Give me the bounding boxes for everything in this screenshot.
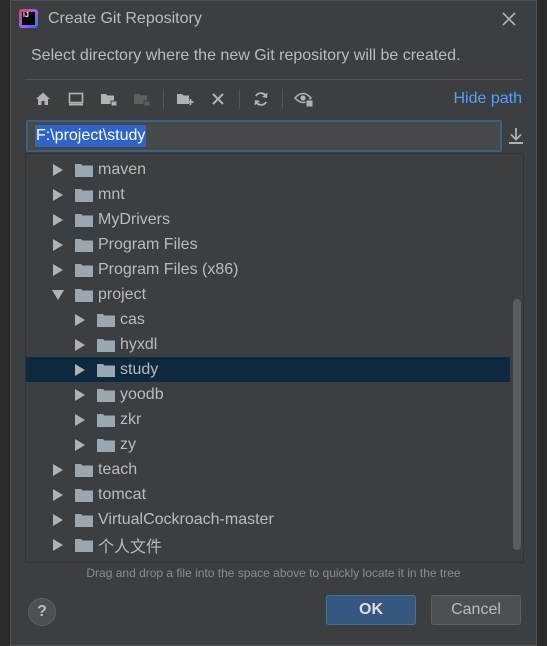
collapsed-arrow-icon[interactable] [51, 263, 65, 277]
collapsed-arrow-icon[interactable] [73, 413, 87, 427]
help-button[interactable]: ? [28, 598, 56, 626]
folder-icon [75, 263, 93, 277]
show-hidden-icon[interactable] [291, 86, 317, 112]
editor-background-left [0, 0, 10, 646]
folder-icon [75, 538, 93, 552]
ok-button[interactable]: OK [326, 595, 416, 625]
collapsed-arrow-icon[interactable] [51, 463, 65, 477]
hide-path-link[interactable]: Hide path [454, 90, 523, 108]
project-folder-icon[interactable] [96, 86, 122, 112]
tree-item[interactable]: maven [26, 157, 510, 182]
tree-item[interactable]: cas [26, 307, 510, 332]
refresh-icon[interactable] [248, 86, 274, 112]
tree-item[interactable]: Program Files (x86) [26, 257, 510, 282]
collapsed-arrow-icon[interactable] [51, 213, 65, 227]
editor-background-right [537, 0, 547, 646]
collapsed-arrow-icon[interactable] [51, 513, 65, 527]
tree-item-label: project [98, 285, 147, 303]
folder-icon [75, 463, 93, 477]
tree-item-label: cas [120, 310, 145, 328]
directory-tree[interactable]: maven mnt MyDrivers Program Files Program Fi… [25, 153, 524, 563]
collapsed-arrow-icon[interactable] [73, 388, 87, 402]
cancel-button[interactable]: Cancel [431, 595, 521, 625]
tree-item-label: tomcat [98, 485, 147, 503]
expanded-arrow-icon[interactable] [51, 288, 65, 302]
tree-item-label: zy [120, 435, 136, 453]
collapsed-arrow-icon[interactable] [73, 313, 87, 327]
tree-item-label: 个人文件 [98, 538, 163, 556]
collapsed-arrow-icon[interactable] [51, 238, 65, 252]
path-input[interactable]: F:\project\study [26, 120, 502, 152]
delete-icon[interactable] [205, 86, 231, 112]
drag-drop-hint: Drag and drop a file into the space abov… [86, 566, 461, 580]
dialog-description: Select directory where the new Git repos… [31, 47, 461, 64]
collapsed-arrow-icon[interactable] [73, 363, 87, 377]
intellij-logo-icon: IJ [19, 9, 38, 28]
collapsed-arrow-icon[interactable] [51, 163, 65, 177]
title-bar: IJ Create Git Repository [11, 1, 536, 37]
toolbar-separator [25, 79, 522, 80]
tree-item-label: hyxdl [120, 335, 158, 353]
folder-icon [75, 238, 93, 252]
folder-icon [97, 338, 115, 352]
collapsed-arrow-icon[interactable] [51, 188, 65, 202]
path-input-value[interactable]: F:\project\study [35, 125, 147, 147]
collapsed-arrow-icon[interactable] [51, 488, 65, 502]
tree-item-label: teach [98, 460, 138, 478]
new-folder-icon[interactable] [172, 86, 198, 112]
tree-item-label: Program Files [98, 235, 198, 253]
folder-icon [97, 413, 115, 427]
folder-icon [75, 213, 93, 227]
toolbar-divider [239, 89, 240, 109]
tree-item-label: mnt [98, 185, 125, 203]
folder-icon [97, 313, 115, 327]
tree-item-label: maven [98, 160, 147, 178]
folder-icon [75, 513, 93, 527]
module-folder-icon[interactable] [129, 86, 155, 112]
folder-icon [75, 488, 93, 502]
tree-item[interactable]: 个人文件 [26, 532, 510, 557]
tree-item[interactable]: mnt [26, 182, 510, 207]
tree-item[interactable]: VirtualCockroach-master [26, 507, 510, 532]
folder-icon [97, 388, 115, 402]
collapsed-arrow-icon[interactable] [73, 338, 87, 352]
file-chooser-toolbar: Hide path [25, 85, 522, 113]
tree-item[interactable]: project [26, 282, 510, 307]
folder-icon [75, 188, 93, 202]
folder-icon [97, 438, 115, 452]
tree-item-label: zkr [120, 410, 142, 428]
folder-icon [97, 363, 115, 377]
tree-item[interactable]: Program Files [26, 232, 510, 257]
tree-scrollbar[interactable] [513, 299, 521, 550]
tree-item-label: Program Files (x86) [98, 260, 239, 278]
toolbar-divider [282, 89, 283, 109]
desktop-icon[interactable] [63, 86, 89, 112]
tree-item[interactable]: study [26, 357, 510, 382]
dialog-title: Create Git Repository [48, 10, 202, 27]
home-icon[interactable] [30, 86, 56, 112]
tree-item[interactable]: teach [26, 457, 510, 482]
tree-item[interactable]: zkr [26, 407, 510, 432]
collapsed-arrow-icon[interactable] [73, 438, 87, 452]
tree-item-label: MyDrivers [98, 210, 170, 228]
tree-item[interactable]: zy [26, 432, 510, 457]
download-icon[interactable] [506, 125, 526, 147]
tree-item[interactable]: tomcat [26, 482, 510, 507]
tree-item-label: VirtualCockroach-master [98, 510, 274, 528]
tree-item[interactable]: MyDrivers [26, 207, 510, 232]
intellij-logo-text: IJ [22, 12, 35, 25]
folder-icon [75, 163, 93, 177]
folder-icon [75, 288, 93, 302]
toolbar-divider [163, 89, 164, 109]
create-git-repository-dialog: IJ Create Git Repository Select director… [10, 0, 537, 646]
tree-item[interactable]: yoodb [26, 382, 510, 407]
tree-item[interactable]: hyxdl [26, 332, 510, 357]
tree-item-label: study [120, 360, 159, 378]
close-icon[interactable] [500, 10, 518, 28]
tree-item-label: yoodb [120, 385, 164, 403]
collapsed-arrow-icon[interactable] [51, 538, 65, 552]
